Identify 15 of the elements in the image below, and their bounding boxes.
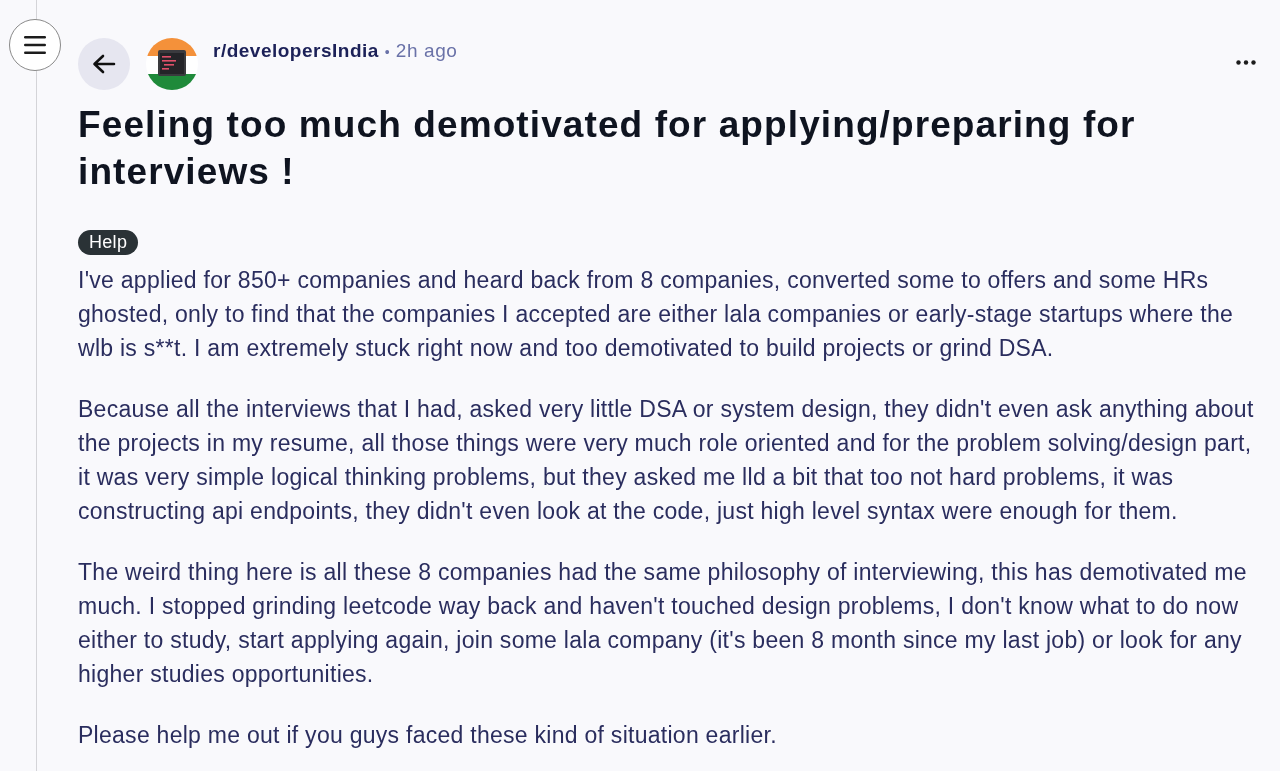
separator-dot: • [384, 44, 390, 60]
back-button[interactable] [78, 38, 130, 90]
menu-button[interactable] [9, 19, 61, 71]
body-paragraph: The weird thing here is all these 8 companies had the same philosophy of interviewing, this has demotivated me much. I stopped grinding leetcode way back and haven't touched design problems, I don't know what to do now either to study, start applying again, join some lala company (it's been 8 month since my last job) or look for any higher studies opportunities. [78, 558, 1248, 689]
body-paragraph: I've applied for 850+ companies and heard back from 8 companies, converted some to offers and some HRs ghosted, only to find that the companies I accepted are either lala companies or early-stage startups where the wlb is s**t. I am extremely stuck right now and too demotivated to build projects or grind DSA. [78, 266, 1235, 363]
subreddit-link[interactable]: r/developersIndia [213, 40, 379, 62]
body-paragraph: Because all the interviews that I had, asked very little DSA or system design, they didn't even ask anything about the projects in my resume, all those things were very much role oriented and for the problem solving/design part, it was very simple logical thinking problems, but they asked me lld a bit that too not hard problems, it was constructing api endpoints, they didn't even look at the code, just high level syntax were enough for them. [78, 395, 1255, 526]
more-options-icon [1236, 60, 1256, 65]
community-avatar-icon[interactable] [146, 38, 198, 90]
post-title: Feeling too much demotivated for applying/preparing for interviews ! [78, 103, 1137, 194]
menu-icon [24, 36, 46, 54]
back-arrow-icon [92, 54, 116, 74]
body-paragraph: Please help me out if you guys faced these kind of situation earlier. [78, 721, 778, 750]
post-time: 2h ago [395, 40, 458, 62]
flair-tag[interactable]: Help [78, 230, 139, 255]
